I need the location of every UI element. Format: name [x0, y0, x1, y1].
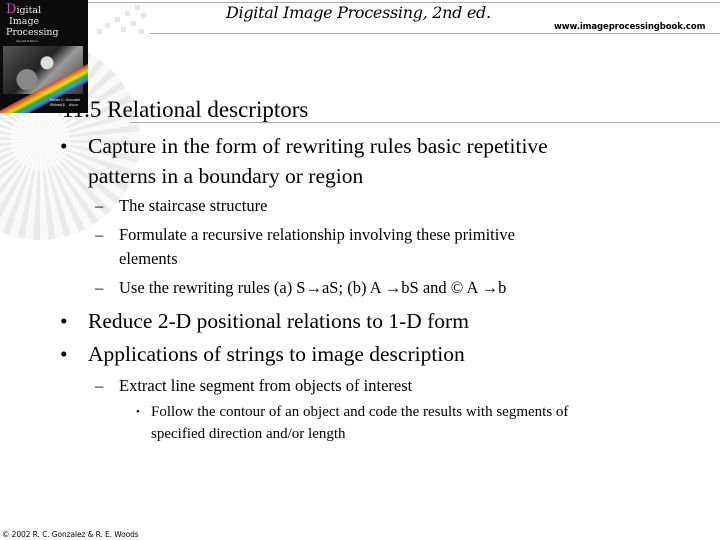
slide-title: 11.5 Relational descriptors: [62, 97, 309, 122]
sub-sub-bullet-item: • Follow the contour of an object and co…: [136, 401, 568, 445]
bullet-item: • Reduce 2-D positional relations to 1-D…: [60, 306, 469, 336]
dash-marker: –: [95, 278, 104, 297]
cover-title: Digital Image Processing: [6, 2, 59, 38]
bullet-marker: •: [60, 309, 68, 333]
dash-marker: –: [95, 376, 104, 395]
dash-marker: –: [95, 225, 104, 244]
header-website-url: www.imageprocessingbook.com: [554, 22, 706, 32]
pixel-squares-decoration: [95, 3, 155, 35]
sub-bullet-item: – Extract line segment from objects of i…: [95, 374, 412, 398]
bullet-marker: •: [60, 342, 68, 366]
dash-marker: –: [95, 196, 104, 215]
bullet-item: • Capture in the form of rewriting rules…: [60, 131, 548, 191]
sub-bullet-item: – Formulate a recursive relationship inv…: [95, 225, 515, 268]
header-book-title: Digital Image Processing, 2nd ed.: [226, 3, 491, 22]
header-bottom-rule: [150, 33, 720, 34]
bullet-marker: •: [60, 134, 68, 158]
bullet-item: • Applications of strings to image descr…: [60, 339, 465, 369]
footer-copyright: © 2002 R. C. Gonzalez & R. E. Woods: [2, 530, 139, 539]
cover-subtitle: Second Edition: [16, 39, 38, 43]
sub-bullet-item: – Use the rewriting rules (a) S→aS; (b) …: [95, 276, 506, 300]
sub-bullet-item: – The staircase structure: [95, 194, 267, 218]
small-bullet-marker: •: [136, 406, 140, 418]
